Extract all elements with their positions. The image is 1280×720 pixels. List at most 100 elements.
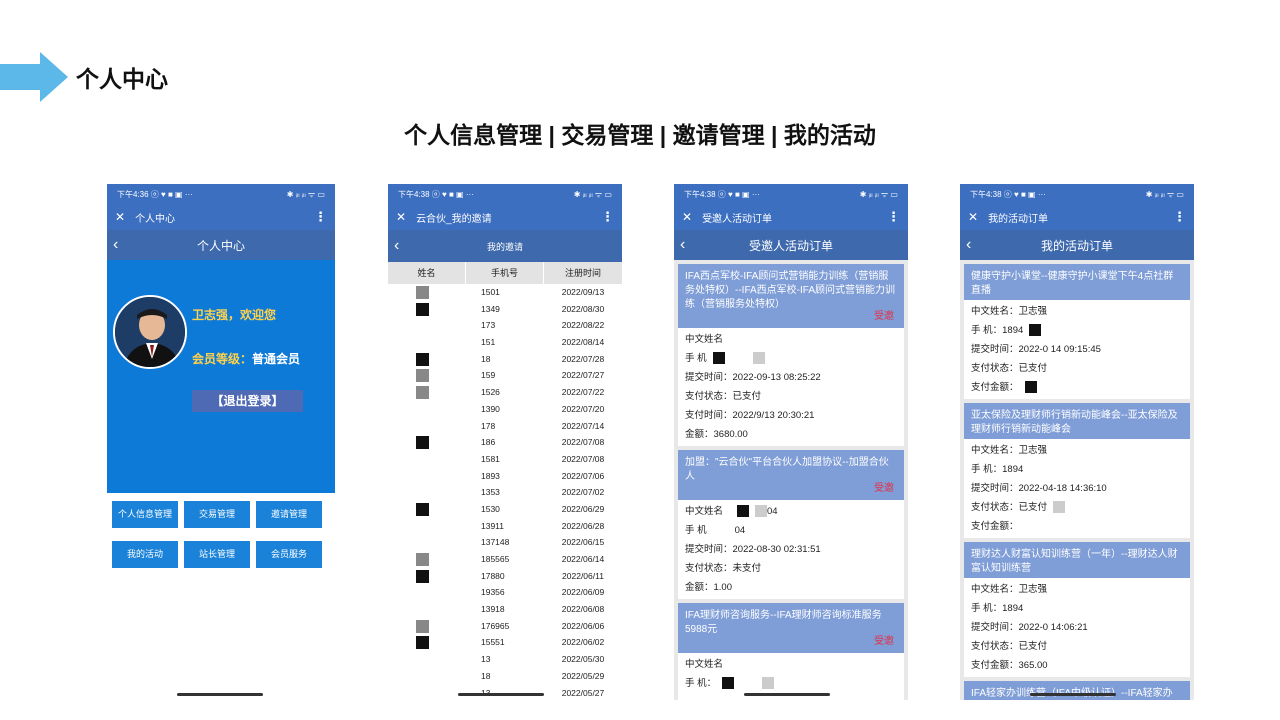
app-titlebar: ✕ 我的活动订单 ⋮ — [960, 204, 1194, 230]
table-row[interactable]: 18 2022/05/29 — [388, 668, 622, 685]
activity-order-card[interactable]: 理财达人财富认知训练营（一年）--理财达人财富认知训练营 中文姓名：卫志强 手 … — [964, 542, 1190, 677]
table-row[interactable]: 185565 2022/06/14 — [388, 551, 622, 568]
greeting-text: 卫志强，欢迎您 — [192, 308, 277, 322]
nav-bar: ‹ 我的邀请 — [388, 230, 622, 262]
phone-screenshot-invites: 下午4:38 ⓞ ♥ ■ ▣ ··· ✱ ᵢₗₗ ᵢₗₗ ᯤ ▭ ✕ 云合伙_我的… — [388, 184, 622, 700]
table-row[interactable]: 1526 2022/07/22 — [388, 384, 622, 401]
date-cell: 2022/06/29 — [561, 503, 605, 514]
menu-invite-button[interactable]: 邀请管理 — [256, 501, 322, 528]
arrow-icon — [0, 52, 68, 102]
phone-cell: 1530 — [481, 503, 500, 514]
phone-cell: 1390 — [481, 403, 500, 414]
order-card[interactable]: 加盟："云合伙"平台合伙人加盟协议--加盟合伙人 受邀 中文姓名 04 手 机 04 … — [678, 450, 904, 599]
name-cell — [388, 501, 466, 518]
more-icon[interactable]: ⋮ — [314, 209, 327, 225]
name-cell — [388, 367, 466, 384]
table-row[interactable]: 178 2022/07/14 — [388, 418, 622, 435]
phone-cell: 186 — [481, 437, 496, 448]
name-cell — [388, 651, 466, 668]
table-header: 姓名 手机号 注册时间 — [388, 262, 622, 284]
name-cell — [388, 351, 466, 368]
name-cell — [388, 534, 466, 551]
close-icon[interactable]: ✕ — [682, 210, 692, 224]
name-cell — [388, 484, 466, 501]
date-cell: 2022/06/06 — [561, 620, 605, 631]
date-cell: 2022/07/06 — [561, 470, 605, 481]
table-row[interactable]: 173 2022/08/22 — [388, 317, 622, 334]
activity-order-card[interactable]: 健康守护小课堂--健康守护小课堂下午4点社群直播 中文姓名：卫志强 手 机：18… — [964, 264, 1190, 399]
menu-activity-button[interactable]: 我的活动 — [112, 541, 178, 568]
app-titlebar: ✕ 受邀人活动订单 ⋮ — [674, 204, 908, 230]
menu-member-service-button[interactable]: 会员服务 — [256, 541, 322, 568]
table-row[interactable]: 19356 2022/06/09 — [388, 584, 622, 601]
date-cell: 2022/06/14 — [561, 554, 605, 564]
logout-button[interactable]: 【退出登录】 — [192, 390, 303, 412]
date-cell: 2022/07/20 — [561, 403, 605, 414]
table-row[interactable]: 1353 2022/07/02 — [388, 484, 622, 501]
table-row[interactable]: 1581 2022/07/08 — [388, 451, 622, 468]
date-cell: 2022/06/09 — [561, 587, 605, 598]
table-row[interactable]: 13911 2022/06/28 — [388, 518, 622, 535]
phone-cell: 159 — [481, 370, 496, 381]
more-icon[interactable]: ⋮ — [601, 209, 614, 225]
table-row[interactable]: 15551 2022/06/02 — [388, 634, 622, 651]
status-bar: 下午4:38 ⓞ ♥ ■ ▣ ··· ✱ ᵢₗₗ ᵢₗₗ ᯤ ▭ — [674, 184, 908, 204]
table-row[interactable]: 18 2022/07/28 — [388, 351, 622, 368]
phone-cell: 15551 — [481, 637, 505, 648]
name-cell — [388, 685, 466, 701]
date-cell: 2022/08/30 — [561, 303, 605, 314]
back-icon[interactable]: ‹ — [680, 236, 685, 254]
close-icon[interactable]: ✕ — [396, 210, 406, 224]
app-titlebar: ✕ 云合伙_我的邀请 ⋮ — [388, 204, 622, 230]
date-cell: 2022/07/14 — [561, 420, 605, 431]
name-cell — [388, 401, 466, 418]
more-icon[interactable]: ⋮ — [887, 209, 900, 225]
table-row[interactable]: 176965 2022/06/06 — [388, 618, 622, 635]
phone-cell: 173 — [481, 320, 496, 331]
activity-order-card[interactable]: 亚太保险及理财师行销新动能峰会--亚太保险及理财师行销新动能峰会 中文姓名：卫志… — [964, 403, 1190, 538]
table-row[interactable]: 1893 2022/07/06 — [388, 468, 622, 485]
date-cell: 2022/06/08 — [561, 604, 605, 615]
close-icon[interactable]: ✕ — [115, 210, 125, 224]
name-cell — [388, 384, 466, 401]
date-cell: 2022/07/28 — [561, 353, 605, 364]
table-row[interactable]: 1530 2022/06/29 — [388, 501, 622, 518]
menu-webmaster-button[interactable]: 站长管理 — [184, 541, 250, 568]
table-row[interactable]: 1349 2022/08/30 — [388, 301, 622, 318]
status-bar: 下午4:36 ⓞ ♥ ■ ▣ ··· ✱ ᵢₗₗ ᵢₗₗ ᯤ ▭ — [107, 184, 335, 204]
menu-trade-button[interactable]: 交易管理 — [184, 501, 250, 528]
home-indicator — [458, 693, 544, 696]
menu-personal-info-button[interactable]: 个人信息管理 — [112, 501, 178, 528]
member-level: 会员等级：普通会员 — [192, 352, 301, 366]
table-row[interactable]: 137148 2022/06/15 — [388, 534, 622, 551]
table-row[interactable]: 13 2022/05/30 — [388, 651, 622, 668]
phone-cell: 1893 — [481, 470, 500, 481]
table-row[interactable]: 1501 2022/09/13 — [388, 284, 622, 301]
table-row[interactable]: 1390 2022/07/20 — [388, 401, 622, 418]
more-icon[interactable]: ⋮ — [1173, 209, 1186, 225]
table-row[interactable]: 159 2022/07/27 — [388, 367, 622, 384]
close-icon[interactable]: ✕ — [968, 210, 978, 224]
table-row[interactable]: 151 2022/08/14 — [388, 334, 622, 351]
name-cell — [388, 284, 466, 301]
phone-cell: 178 — [481, 420, 496, 431]
name-cell — [388, 301, 466, 318]
slide-subtitle: 个人信息管理 | 交易管理 | 邀请管理 | 我的活动 — [404, 122, 876, 148]
order-card[interactable]: IFA西点军校-IFA顾问式营销能力训练（营销服务处特权）--IFA西点军校-I… — [678, 264, 904, 446]
phone-screenshot-my-orders: 下午4:38 ⓞ ♥ ■ ▣ ··· ✱ ᵢₗₗ ᵢₗₗ ᯤ ▭ ✕ 我的活动订单… — [960, 184, 1194, 700]
activity-order-card[interactable]: IFA轻家办训练营（IFA中级认证）--IFA轻家办 — [964, 681, 1190, 700]
order-card[interactable]: IFA理财师咨询服务--IFA理财师咨询标准服务5988元 受邀 中文姓名 手 机… — [678, 603, 904, 700]
date-cell: 2022/06/28 — [561, 520, 605, 531]
phone-cell: 151 — [481, 337, 496, 348]
date-cell: 2022/07/27 — [561, 370, 605, 381]
table-row[interactable]: 186 2022/07/08 — [388, 434, 622, 451]
phone-cell: 176965 — [481, 620, 510, 631]
table-row[interactable]: 13918 2022/06/08 — [388, 601, 622, 618]
phone-cell: 18 — [481, 670, 491, 681]
back-icon[interactable]: ‹ — [394, 237, 399, 255]
date-cell: 2022/06/11 — [562, 570, 604, 581]
table-row[interactable]: 17880 2022/06/11 — [388, 568, 622, 585]
back-icon[interactable]: ‹ — [966, 236, 971, 254]
name-cell — [388, 317, 466, 334]
back-icon[interactable]: ‹ — [113, 236, 118, 254]
